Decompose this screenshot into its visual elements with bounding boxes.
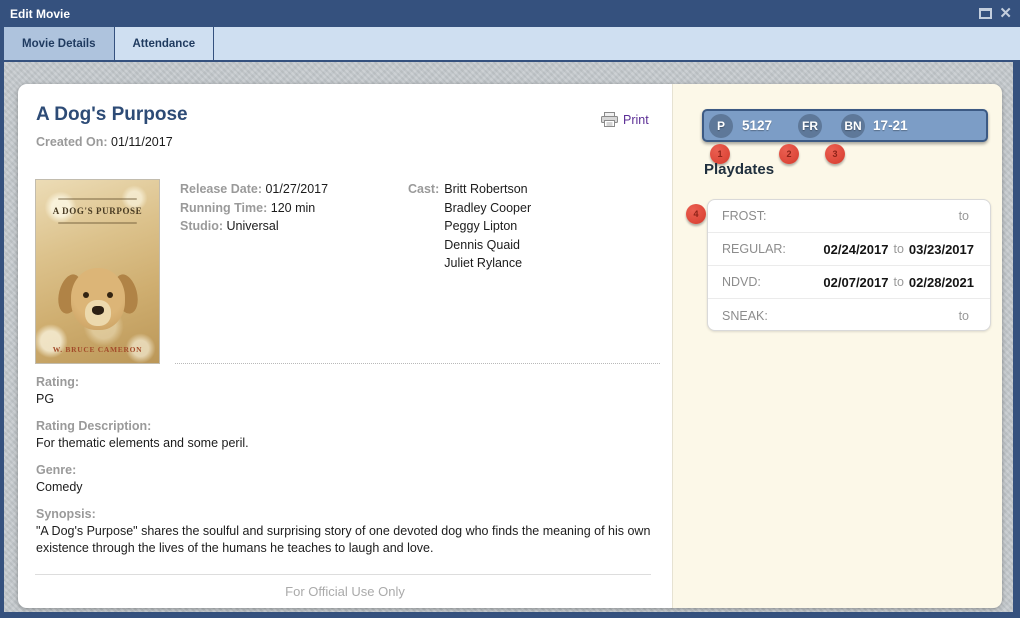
movie-sections: Rating: PG Rating Description: For thema… — [36, 374, 664, 569]
movie-poster: A DOG'S PURPOSE W. BRUCE CAMERON — [35, 179, 160, 364]
playdates-panel: P 5127 FR BN 17-21 1 2 3 Playdates 4 FRO… — [672, 84, 1002, 608]
rating-p-badge: P — [709, 114, 733, 138]
fr-badge: FR — [798, 114, 822, 138]
tab-attendance[interactable]: Attendance — [115, 27, 215, 60]
playdate-from: 02/24/2017 — [823, 242, 888, 257]
playdate-to-word: to — [893, 275, 903, 289]
movie-facts: Release Date: 01/27/2017 Running Time: 1… — [180, 180, 328, 236]
genre-value: Comedy — [36, 479, 664, 496]
callout-marker-2: 2 — [779, 144, 799, 164]
rating-description-label: Rating Description: — [36, 418, 664, 435]
rating-description-value: For thematic elements and some peril. — [36, 435, 664, 452]
fact-value: 120 min — [271, 201, 315, 215]
genre-label: Genre: — [36, 462, 664, 479]
dog-illustration — [66, 268, 130, 338]
rating-value: PG — [36, 391, 664, 408]
fact-row: Release Date: 01/27/2017 — [180, 180, 328, 199]
playdate-dates: to — [954, 309, 974, 323]
bn-range-value: 17-21 — [873, 118, 908, 133]
fact-row: Running Time: 120 min — [180, 199, 328, 218]
dotted-divider — [175, 363, 660, 364]
playdate-row-frost: FROST: to — [708, 200, 990, 233]
playdate-label: FROST: — [722, 209, 766, 223]
poster-title-text: A DOG'S PURPOSE — [36, 206, 159, 216]
cast-member: Dennis Quaid — [444, 236, 531, 255]
tab-movie-details[interactable]: Movie Details — [3, 27, 115, 60]
poster-decorative-rule — [58, 198, 137, 200]
cast-label: Cast: — [408, 180, 439, 273]
callout-marker-3: 3 — [825, 144, 845, 164]
playdate-to-word: to — [893, 242, 903, 256]
bn-badge: BN — [841, 114, 865, 138]
fact-row: Studio: Universal — [180, 217, 328, 236]
cast-list: Britt Robertson Bradley Cooper Peggy Lip… — [444, 180, 531, 273]
playdates-table: FROST: to REGULAR: 02/24/2017 to 03/23/2… — [707, 199, 991, 331]
rating-section: Rating: PG — [36, 374, 664, 407]
playdates-heading: Playdates — [704, 161, 774, 178]
tab-bar: Movie Details Attendance — [0, 27, 1020, 62]
rating-label: Rating: — [36, 374, 664, 391]
playdate-row-sneak: SNEAK: to — [708, 299, 990, 331]
genre-section: Genre: Comedy — [36, 462, 664, 495]
cast-member: Britt Robertson — [444, 180, 531, 199]
close-icon[interactable]: ✕ — [999, 6, 1012, 21]
synopsis-section: Synopsis: "A Dog's Purpose" shares the s… — [36, 506, 664, 558]
synopsis-label: Synopsis: — [36, 506, 664, 523]
created-on-label: Created On: — [36, 135, 108, 149]
callout-marker-4: 4 — [686, 204, 706, 224]
footer-divider — [35, 574, 651, 575]
playdate-row-regular: REGULAR: 02/24/2017 to 03/23/2017 — [708, 233, 990, 266]
dialog-titlebar: Edit Movie ✕ — [0, 0, 1020, 27]
fact-label: Studio: — [180, 219, 223, 233]
cast-member: Peggy Lipton — [444, 217, 531, 236]
fact-label: Running Time: — [180, 201, 267, 215]
playdate-label: SNEAK: — [722, 309, 768, 323]
playdate-to: 02/28/2021 — [909, 275, 974, 290]
print-label: Print — [623, 113, 649, 127]
content-cards: A Dog's Purpose Created On: 01/11/2017 P… — [18, 84, 1002, 608]
playdate-to-word: to — [959, 309, 969, 323]
rating-description-section: Rating Description: For thematic element… — [36, 418, 664, 451]
dialog-title: Edit Movie — [10, 7, 70, 21]
playdate-to-word: to — [959, 209, 969, 223]
rating-badge-bar: P 5127 FR BN 17-21 — [702, 109, 988, 142]
created-on-row: Created On: 01/11/2017 — [36, 135, 173, 149]
playdate-row-ndvd: NDVD: 02/07/2017 to 02/28/2021 — [708, 266, 990, 299]
created-on-value: 01/11/2017 — [111, 135, 173, 149]
playdate-dates: 02/07/2017 to 02/28/2021 — [823, 275, 974, 290]
official-use-footer: For Official Use Only — [18, 584, 672, 599]
dialog-content: A Dog's Purpose Created On: 01/11/2017 P… — [0, 62, 1020, 618]
playdate-from: 02/07/2017 — [823, 275, 888, 290]
fact-value: Universal — [227, 219, 279, 233]
poster-decorative-rule — [58, 222, 137, 224]
fact-value: 01/27/2017 — [265, 182, 328, 196]
window-controls: ✕ — [979, 6, 1012, 21]
playdate-label: NDVD: — [722, 275, 761, 289]
edit-movie-dialog: Edit Movie ✕ Movie Details Attendance A … — [0, 0, 1020, 618]
playdate-label: REGULAR: — [722, 242, 786, 256]
cast-member: Juliet Rylance — [444, 254, 531, 273]
synopsis-value: "A Dog's Purpose" shares the soulful and… — [36, 523, 664, 558]
cast-block: Cast: Britt Robertson Bradley Cooper Peg… — [408, 180, 531, 273]
cast-member: Bradley Cooper — [444, 199, 531, 218]
printer-icon — [601, 112, 618, 127]
movie-details-card: A Dog's Purpose Created On: 01/11/2017 P… — [18, 84, 672, 608]
playdate-dates: 02/24/2017 to 03/23/2017 — [823, 242, 974, 257]
page-title: A Dog's Purpose — [36, 104, 188, 126]
movie-number-value: 5127 — [742, 118, 772, 133]
playdate-dates: to — [954, 209, 974, 223]
fact-label: Release Date: — [180, 182, 262, 196]
print-button[interactable]: Print — [601, 112, 649, 127]
playdate-to: 03/23/2017 — [909, 242, 974, 257]
maximize-icon[interactable] — [979, 8, 992, 19]
poster-author-text: W. BRUCE CAMERON — [36, 345, 159, 354]
